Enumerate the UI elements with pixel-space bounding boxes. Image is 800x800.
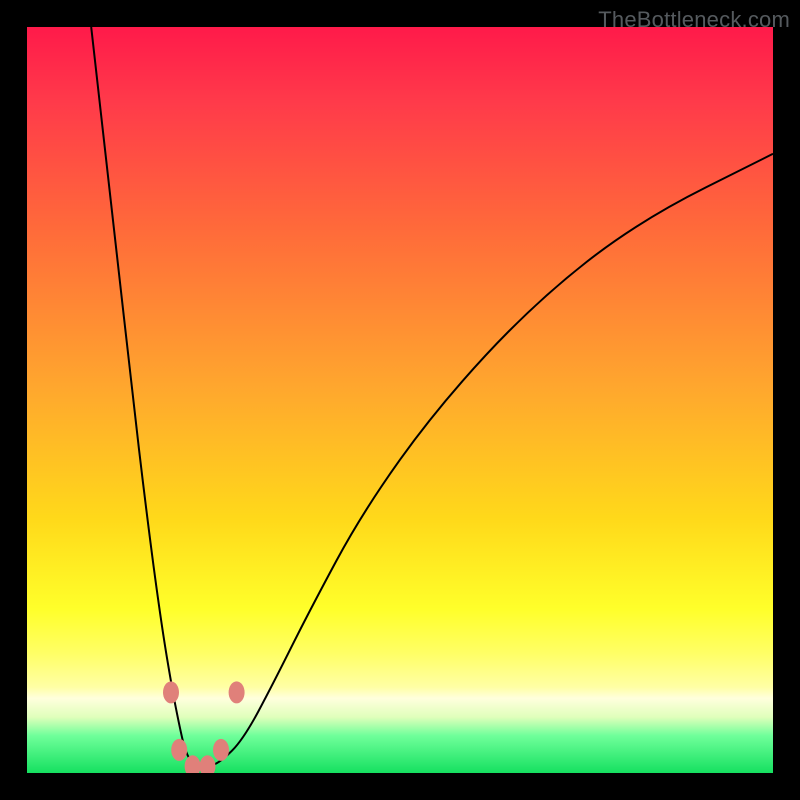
marker-dot (171, 739, 187, 761)
bottleneck-curve (91, 27, 773, 768)
marker-dot (185, 755, 201, 773)
marker-dot (229, 681, 245, 703)
marker-dot (163, 681, 179, 703)
chart-area (27, 27, 773, 773)
curve-markers (163, 681, 245, 773)
marker-dot (200, 755, 216, 773)
curve-svg (27, 27, 773, 773)
brand-watermark: TheBottleneck.com (598, 7, 790, 33)
marker-dot (213, 739, 229, 761)
